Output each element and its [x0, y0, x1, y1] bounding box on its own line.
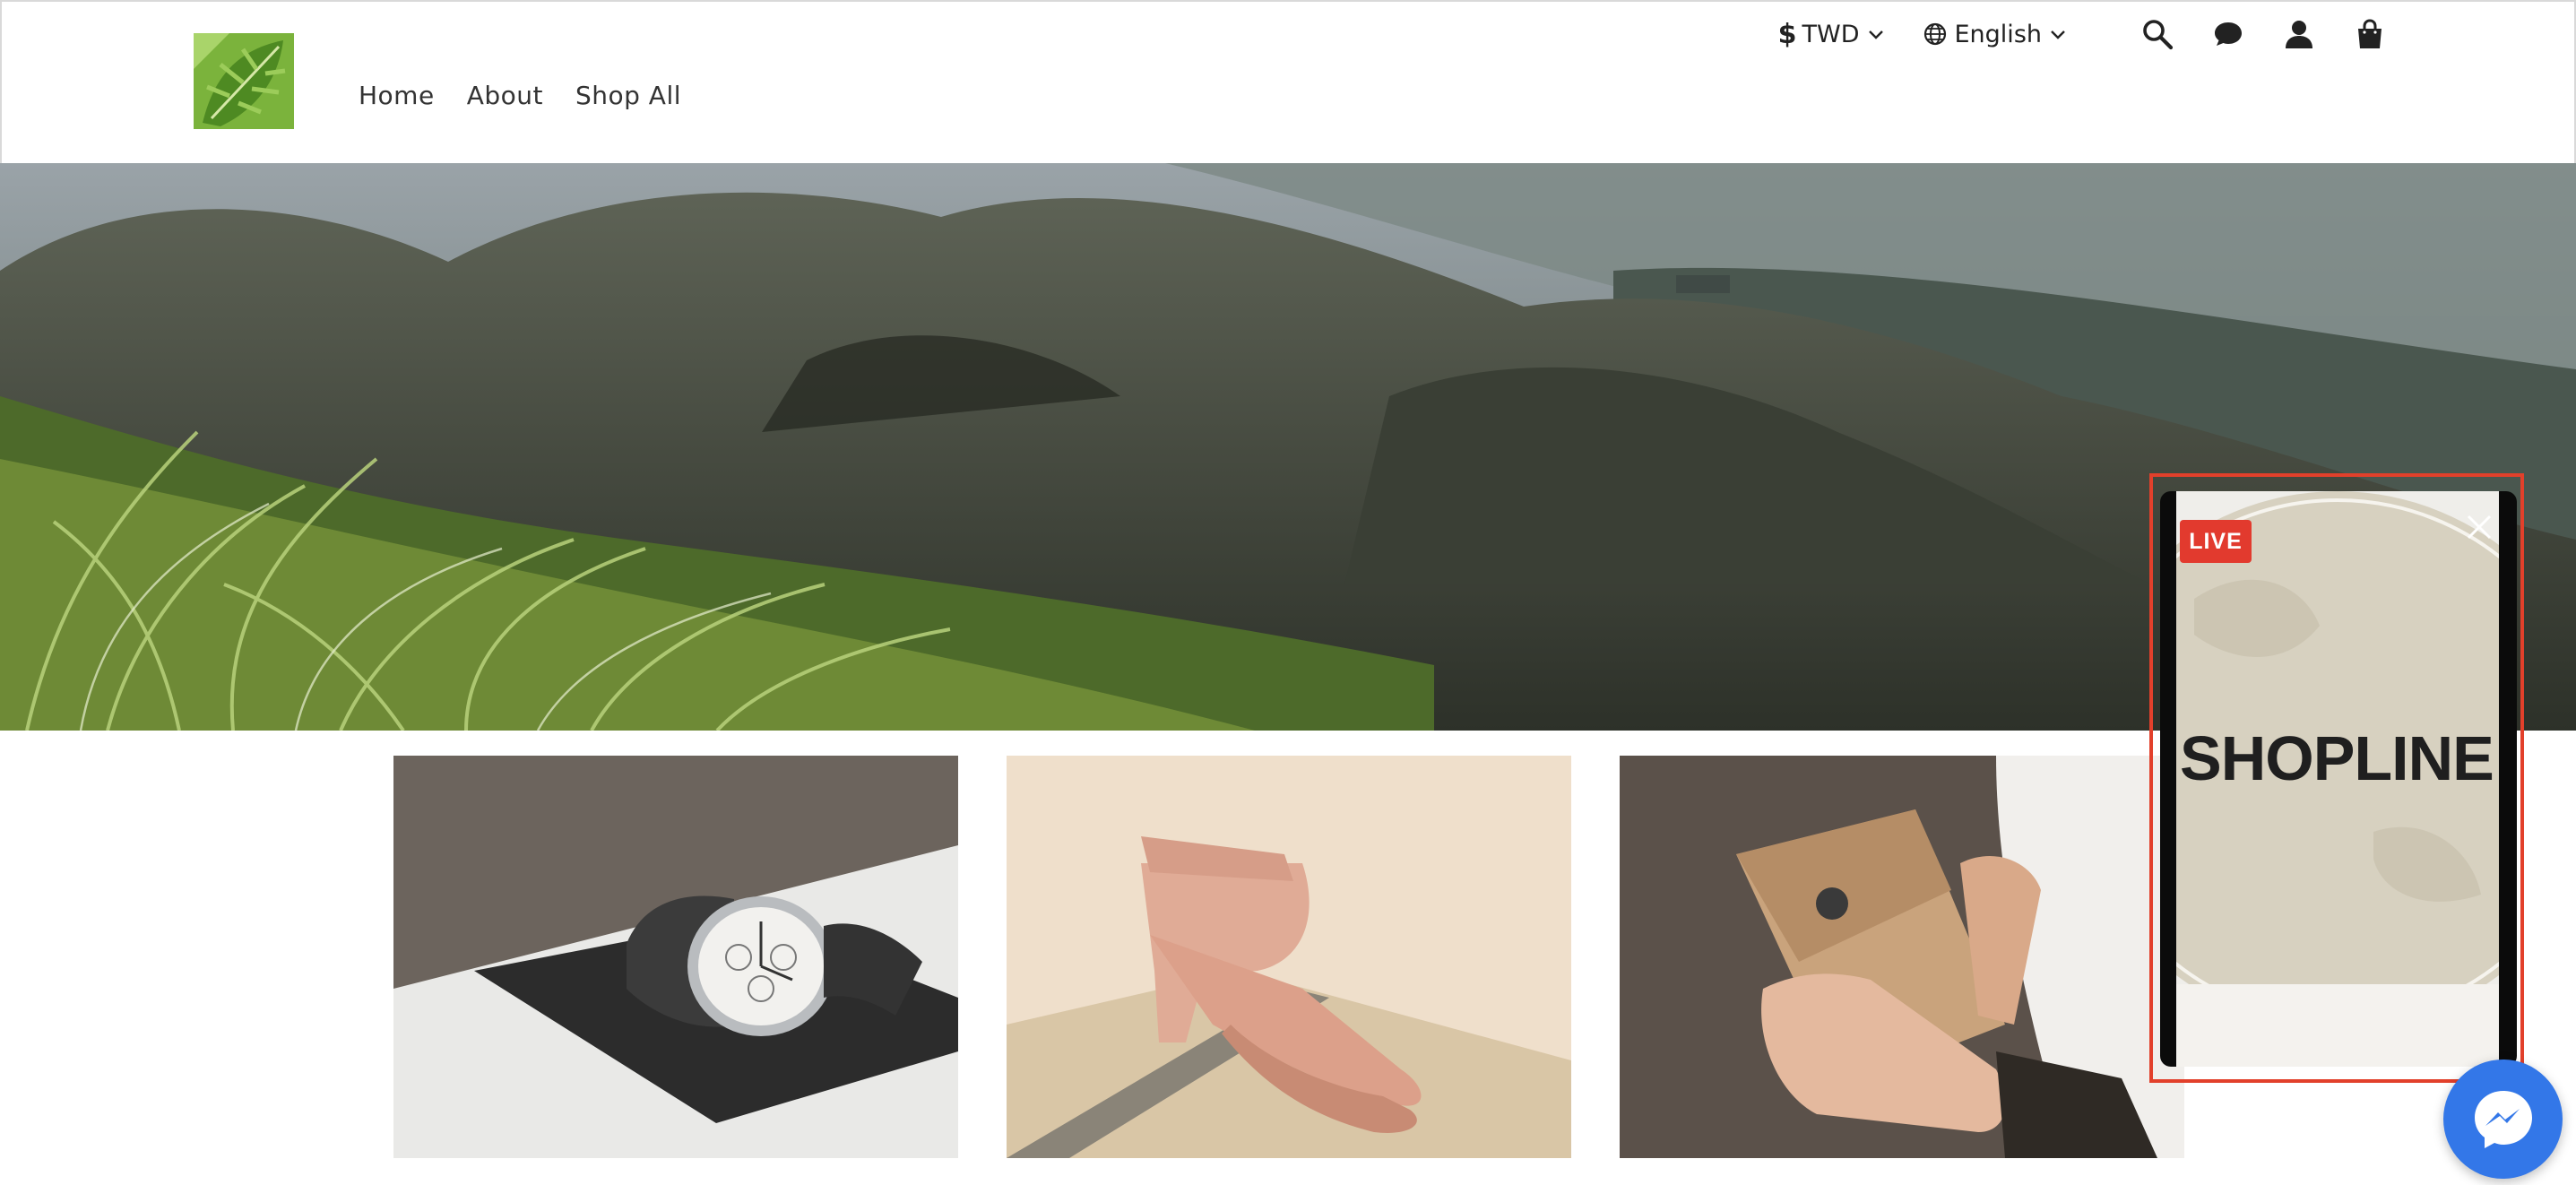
messenger-icon	[2474, 1090, 2532, 1148]
chat-icon	[2215, 22, 2242, 46]
chat-button[interactable]	[2210, 16, 2246, 52]
close-icon[interactable]	[2465, 513, 2494, 541]
wallet-product-image	[1620, 756, 2184, 1158]
store-logo[interactable]	[194, 33, 294, 129]
search-icon	[2143, 20, 2174, 50]
nav-home[interactable]: Home	[359, 81, 435, 110]
cart-button[interactable]	[2352, 16, 2388, 52]
globe-icon	[1923, 22, 1946, 46]
shopline-logo-text: SHOPLINE	[2180, 723, 2494, 793]
product-grid	[393, 756, 2184, 1158]
heels-product-image	[1007, 756, 1571, 1158]
language-label: English	[1954, 20, 2043, 48]
product-card-wallet[interactable]	[1620, 756, 2184, 1158]
search-button[interactable]	[2139, 16, 2175, 52]
messenger-chat-button[interactable]	[2443, 1060, 2563, 1179]
monstera-leaf-icon	[194, 33, 294, 129]
account-button[interactable]	[2281, 16, 2317, 52]
user-icon	[2286, 21, 2312, 48]
language-selector[interactable]: English	[1923, 21, 2068, 48]
nav-about[interactable]: About	[467, 81, 543, 110]
watch-product-image	[393, 756, 958, 1158]
product-card-watch[interactable]	[393, 756, 958, 1158]
product-card-heels[interactable]	[1007, 756, 1571, 1158]
main-nav: Home About Shop All	[359, 81, 681, 110]
chevron-down-icon	[1868, 30, 1883, 39]
chevron-down-icon	[2051, 30, 2065, 39]
site-header: Home About Shop All $ TWD English	[0, 0, 2576, 163]
currency-label: TWD	[1802, 20, 1860, 48]
currency-symbol: $	[1777, 18, 1797, 50]
utility-bar: $ TWD English	[1778, 14, 2388, 54]
currency-selector[interactable]: $ TWD	[1778, 19, 1885, 50]
nav-shop-all[interactable]: Shop All	[575, 81, 681, 110]
cart-icon	[2358, 19, 2382, 48]
live-badge: LIVE	[2180, 520, 2252, 563]
